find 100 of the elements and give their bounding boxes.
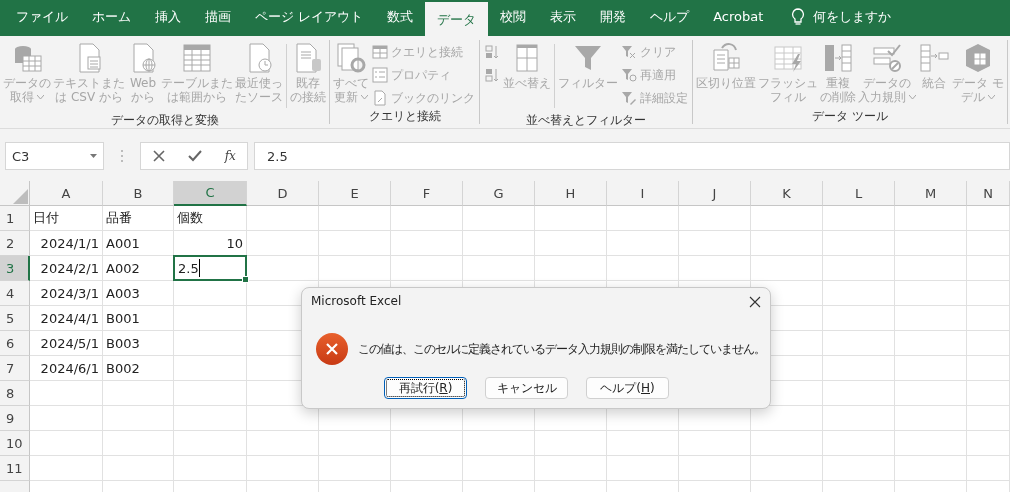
- table-cell[interactable]: [895, 231, 967, 256]
- row-header[interactable]: 1: [0, 206, 30, 231]
- table-cell[interactable]: [391, 456, 463, 481]
- ribbon-tab[interactable]: 描画: [193, 2, 243, 32]
- table-cell[interactable]: [174, 431, 247, 456]
- table-cell[interactable]: [535, 431, 607, 456]
- column-header[interactable]: A: [30, 181, 103, 206]
- ribbon-tab[interactable]: ページ レイアウト: [243, 2, 376, 32]
- table-cell[interactable]: [174, 281, 247, 306]
- table-cell[interactable]: [895, 431, 967, 456]
- table-cell[interactable]: [319, 456, 391, 481]
- table-cell[interactable]: [967, 456, 1010, 481]
- row-header[interactable]: 7: [0, 356, 30, 381]
- table-cell[interactable]: [895, 281, 967, 306]
- table-cell[interactable]: [247, 256, 319, 281]
- table-cell[interactable]: [391, 231, 463, 256]
- column-header[interactable]: I: [607, 181, 679, 206]
- table-cell[interactable]: [535, 231, 607, 256]
- table-cell[interactable]: [967, 231, 1010, 256]
- table-cell[interactable]: [535, 456, 607, 481]
- table-cell[interactable]: [607, 256, 679, 281]
- table-cell[interactable]: [535, 256, 607, 281]
- row-header[interactable]: 5: [0, 306, 30, 331]
- table-cell[interactable]: [463, 256, 535, 281]
- row-header[interactable]: 2: [0, 231, 30, 256]
- table-cell[interactable]: [319, 256, 391, 281]
- ribbon-tab[interactable]: Acrobat: [701, 2, 776, 32]
- table-cell[interactable]: [319, 431, 391, 456]
- table-cell[interactable]: [174, 331, 247, 356]
- table-cell[interactable]: [823, 431, 895, 456]
- table-cell[interactable]: [823, 206, 895, 231]
- ribbon-tab[interactable]: 開発: [588, 2, 639, 32]
- table-cell[interactable]: [463, 431, 535, 456]
- column-header[interactable]: M: [895, 181, 967, 206]
- table-cell[interactable]: [103, 456, 174, 481]
- table-cell[interactable]: [679, 456, 751, 481]
- table-cell[interactable]: [823, 381, 895, 406]
- table-cell[interactable]: [751, 431, 823, 456]
- table-cell[interactable]: [103, 381, 174, 406]
- table-cell[interactable]: [967, 431, 1010, 456]
- table-cell[interactable]: [174, 356, 247, 381]
- table-cell[interactable]: [823, 281, 895, 306]
- row-header[interactable]: 3: [0, 256, 30, 281]
- table-cell[interactable]: [319, 206, 391, 231]
- table-cell[interactable]: [30, 431, 103, 456]
- table-cell[interactable]: [823, 356, 895, 381]
- table-cell[interactable]: [174, 381, 247, 406]
- table-cell[interactable]: [30, 406, 103, 431]
- table-cell[interactable]: [895, 456, 967, 481]
- table-cell[interactable]: [679, 206, 751, 231]
- table-cell[interactable]: [751, 206, 823, 231]
- row-header[interactable]: 11: [0, 456, 30, 481]
- ribbon-tab[interactable]: ホーム: [80, 2, 143, 32]
- table-cell[interactable]: [247, 456, 319, 481]
- table-cell[interactable]: [391, 431, 463, 456]
- column-header[interactable]: C: [174, 181, 247, 206]
- column-header[interactable]: N: [967, 181, 1010, 206]
- ribbon-tab[interactable]: ヘルプ: [638, 2, 702, 32]
- table-cell[interactable]: [823, 231, 895, 256]
- table-cell[interactable]: [607, 206, 679, 231]
- select-all-button[interactable]: [0, 181, 30, 206]
- table-cell[interactable]: [967, 331, 1010, 356]
- row-header[interactable]: 6: [0, 331, 30, 356]
- table-cell[interactable]: [103, 431, 174, 456]
- table-cell[interactable]: [751, 231, 823, 256]
- table-cell[interactable]: [895, 256, 967, 281]
- table-cell[interactable]: [607, 456, 679, 481]
- table-cell[interactable]: [679, 431, 751, 456]
- table-cell[interactable]: [967, 381, 1010, 406]
- table-cell[interactable]: [30, 381, 103, 406]
- table-cell[interactable]: [751, 456, 823, 481]
- row-header[interactable]: 8: [0, 381, 30, 406]
- table-cell[interactable]: [967, 356, 1010, 381]
- dialog-button[interactable]: 再試行(R): [384, 377, 467, 399]
- table-cell[interactable]: [895, 356, 967, 381]
- column-header[interactable]: L: [823, 181, 895, 206]
- ribbon-tab[interactable]: 表示: [538, 2, 589, 32]
- table-cell[interactable]: [967, 206, 1010, 231]
- table-cell[interactable]: [30, 456, 103, 481]
- ribbon-tab[interactable]: 校閲: [488, 2, 539, 32]
- name-box[interactable]: C3: [5, 142, 104, 170]
- formula-field[interactable]: 2.5: [254, 142, 1010, 170]
- row-header[interactable]: 9: [0, 406, 30, 431]
- table-cell[interactable]: [391, 206, 463, 231]
- table-cell[interactable]: [967, 256, 1010, 281]
- table-cell[interactable]: [174, 456, 247, 481]
- table-cell[interactable]: [607, 431, 679, 456]
- table-cell[interactable]: [679, 256, 751, 281]
- column-header[interactable]: K: [751, 181, 823, 206]
- ribbon-tab[interactable]: 数式: [375, 2, 426, 32]
- row-header[interactable]: 10: [0, 431, 30, 456]
- table-cell[interactable]: [967, 281, 1010, 306]
- ribbon-tab[interactable]: 挿入: [143, 2, 193, 32]
- ribbon-tab[interactable]: データ: [425, 2, 489, 36]
- table-cell[interactable]: [967, 406, 1010, 431]
- table-cell[interactable]: [895, 381, 967, 406]
- table-cell[interactable]: [103, 406, 174, 431]
- table-cell[interactable]: [247, 206, 319, 231]
- table-cell[interactable]: [247, 231, 319, 256]
- table-cell[interactable]: [463, 206, 535, 231]
